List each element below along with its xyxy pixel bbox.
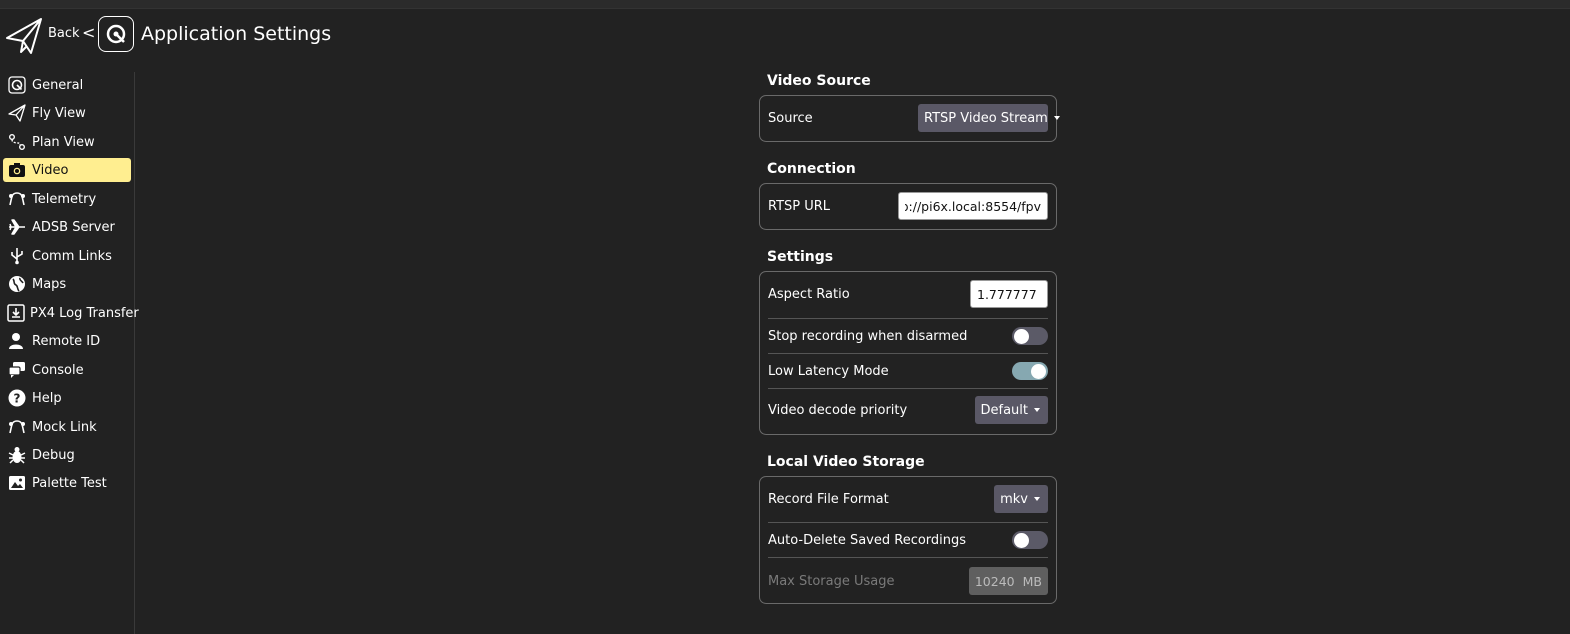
sidebar-item-general[interactable]: General — [3, 73, 131, 97]
sidebar-item-console[interactable]: Console — [3, 358, 131, 382]
connection-group: RTSP URL — [759, 183, 1057, 230]
auto-delete-toggle[interactable] — [1012, 531, 1048, 549]
sidebar-item-mock-link[interactable]: Mock Link — [3, 415, 131, 439]
breadcrumb-separator: < — [82, 23, 96, 42]
sidebar-item-debug[interactable]: Debug — [3, 443, 131, 467]
section-title-video-source: Video Source — [767, 73, 871, 89]
section-title-connection: Connection — [767, 161, 856, 177]
sidebar-item-label: Remote ID — [32, 333, 101, 349]
sidebar-item-plan-view[interactable]: Plan View — [3, 130, 131, 154]
sidebar-item-label: Help — [32, 390, 62, 406]
divider — [768, 388, 1048, 389]
max-storage-label: Max Storage Usage — [768, 573, 895, 589]
decode-priority-dropdown[interactable]: Default — [974, 396, 1048, 424]
sidebar-item-fly-view[interactable]: Fly View — [3, 101, 131, 125]
qgc-logo-icon — [98, 16, 134, 52]
record-format-dropdown[interactable]: mkv — [994, 485, 1048, 513]
window-top-strip — [0, 0, 1570, 9]
usb-icon — [7, 246, 27, 266]
settings-sidebar: General Fly View Plan View Video Telemet… — [0, 72, 139, 634]
sidebar-item-comm-links[interactable]: Comm Links — [3, 244, 131, 268]
sidebar-item-label: Console — [32, 362, 84, 378]
record-format-label: Record File Format — [768, 491, 889, 507]
help-icon: ? — [7, 388, 27, 408]
section-title-local-video-storage: Local Video Storage — [767, 454, 925, 470]
svg-text:?: ? — [14, 392, 21, 406]
sidebar-item-label: ADSB Server — [32, 219, 115, 235]
settings-group: Aspect Ratio Stop recording when disarme… — [759, 271, 1057, 435]
video-source-group: Source RTSP Video Stream — [759, 95, 1060, 142]
sidebar-item-help[interactable]: ? Help — [3, 386, 131, 410]
storage-group: Record File Format mkv Auto-Delete Saved… — [759, 476, 1057, 604]
decode-priority-label: Video decode priority — [768, 402, 908, 418]
camera-icon — [7, 160, 27, 180]
person-icon — [7, 331, 27, 351]
sidebar-item-remote-id[interactable]: Remote ID — [3, 329, 131, 353]
telemetry-icon — [7, 417, 27, 437]
max-storage-input: 10240 MB — [968, 567, 1048, 595]
chevron-down-icon — [1034, 497, 1040, 501]
sidebar-item-label: Video — [32, 162, 69, 178]
sidebar-item-label: Telemetry — [32, 191, 97, 207]
bug-icon — [7, 445, 27, 465]
max-storage-unit: MB — [1022, 573, 1042, 589]
aspect-ratio-input[interactable] — [970, 280, 1048, 308]
qgc-logo-icon — [7, 75, 27, 95]
sidebar-item-label: Debug — [32, 447, 75, 463]
stop-recording-label: Stop recording when disarmed — [768, 328, 968, 344]
divider — [768, 353, 1048, 354]
sidebar-item-maps[interactable]: Maps — [3, 272, 131, 296]
decode-priority-value: Default — [980, 402, 1029, 418]
download-icon — [7, 303, 25, 323]
auto-delete-label: Auto-Delete Saved Recordings — [768, 532, 967, 548]
sidebar-item-label: PX4 Log Transfer — [30, 305, 139, 321]
chevron-down-icon — [1053, 116, 1060, 120]
chevron-down-icon — [1034, 408, 1040, 412]
source-label: Source — [768, 110, 813, 126]
sidebar-item-label: Plan View — [32, 134, 95, 150]
low-latency-toggle[interactable] — [1012, 362, 1048, 380]
image-icon — [7, 473, 27, 493]
sidebar-item-label: Comm Links — [32, 248, 112, 264]
divider — [768, 318, 1048, 319]
sidebar-item-palette-test[interactable]: Palette Test — [3, 471, 131, 495]
divider — [768, 522, 1048, 523]
low-latency-label: Low Latency Mode — [768, 363, 889, 379]
chat-icon — [7, 360, 27, 380]
divider — [768, 557, 1048, 558]
sidebar-item-label: Palette Test — [32, 475, 107, 491]
sidebar-item-label: Fly View — [32, 105, 86, 121]
paper-plane-icon[interactable] — [4, 16, 44, 56]
airplane-icon — [7, 217, 27, 237]
source-dropdown[interactable]: RTSP Video Stream — [918, 104, 1060, 132]
aspect-ratio-label: Aspect Ratio — [768, 286, 850, 302]
telemetry-icon — [7, 189, 27, 209]
back-button[interactable]: Back — [48, 26, 80, 41]
page-title: Application Settings — [141, 23, 332, 45]
sidebar-item-label: Mock Link — [32, 419, 97, 435]
sidebar-item-label: General — [32, 77, 84, 93]
sidebar-item-video[interactable]: Video — [3, 158, 131, 182]
globe-icon — [7, 274, 27, 294]
section-title-settings: Settings — [767, 249, 834, 265]
stop-recording-toggle[interactable] — [1012, 327, 1048, 345]
header-bar: Back < Application Settings — [0, 14, 600, 58]
sidebar-item-px4-log-transfer[interactable]: PX4 Log Transfer — [3, 301, 139, 325]
sidebar-item-telemetry[interactable]: Telemetry — [3, 187, 131, 211]
paper-plane-icon — [7, 103, 27, 123]
route-icon — [7, 132, 27, 152]
record-format-value: mkv — [1000, 491, 1028, 507]
sidebar-item-label: Maps — [32, 276, 67, 292]
rtsp-url-input[interactable] — [898, 192, 1048, 220]
rtsp-url-label: RTSP URL — [768, 198, 831, 214]
source-value: RTSP Video Stream — [924, 110, 1048, 126]
sidebar-item-adsb-server[interactable]: ADSB Server — [3, 215, 131, 239]
max-storage-value: 10240 — [974, 573, 1015, 589]
